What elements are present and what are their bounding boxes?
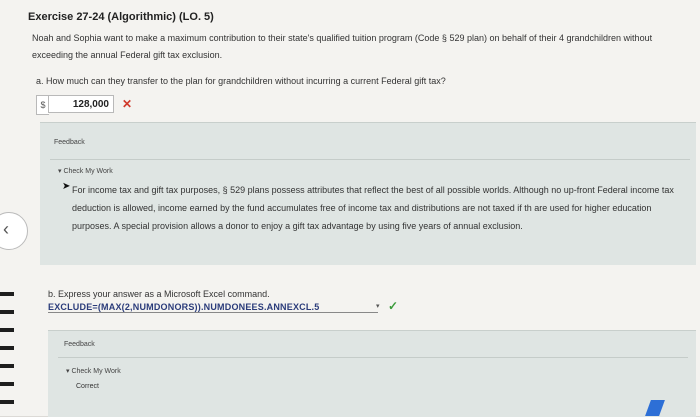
problem-text: Noah and Sophia want to make a maximum c…: [32, 33, 653, 60]
check-my-work-toggle-b[interactable]: ▾ Check My Work: [66, 367, 121, 375]
question-a: a. How much can they transfer to the pla…: [36, 76, 446, 86]
result-text: Correct: [76, 383, 99, 390]
edge-bar: [0, 382, 14, 386]
previous-button[interactable]: ‹: [0, 212, 28, 250]
divider: [58, 357, 688, 358]
divider: [50, 159, 690, 160]
explanation-text: For income tax and gift tax purposes, § …: [72, 185, 674, 231]
edge-bar: [0, 364, 14, 368]
incorrect-icon: ✕: [122, 97, 133, 111]
edge-bar: [0, 310, 14, 314]
left-edge-bars: [0, 286, 14, 416]
chevron-left-icon: ‹: [3, 219, 9, 239]
feedback-panel-a: Feedback ▾ Check My Work ➤ For income ta…: [40, 122, 696, 265]
cursor-icon: ➤: [62, 181, 71, 192]
excel-command-input[interactable]: EXCLUDE=(MAX(2,NUMDONORS)).NUMDONEES.ANN…: [48, 302, 378, 313]
edge-bar: [0, 292, 14, 296]
chevron-down-icon[interactable]: ▾: [376, 302, 380, 310]
exercise-title: Exercise 27-24 (Algorithmic) (LO. 5): [28, 11, 214, 23]
check-my-work-toggle-a[interactable]: ▾ Check My Work: [58, 167, 113, 175]
feedback-panel-b: Feedback ▾ Check My Work Correct: [48, 330, 696, 417]
edge-bar: [0, 400, 14, 404]
correct-icon: ✓: [388, 299, 399, 313]
exercise-page: Exercise 27-24 (Algorithmic) (LO. 5) Noa…: [0, 0, 700, 417]
question-b: b. Express your answer as a Microsoft Ex…: [48, 289, 270, 299]
answer-a-input[interactable]: 128,000: [48, 95, 114, 113]
edge-bar: [0, 346, 14, 350]
feedback-label-a: Feedback: [54, 139, 85, 146]
edge-bar: [0, 328, 14, 332]
feedback-label-b: Feedback: [64, 341, 95, 348]
answer-b-row: EXCLUDE=(MAX(2,NUMDONORS)).NUMDONEES.ANN…: [48, 299, 398, 316]
